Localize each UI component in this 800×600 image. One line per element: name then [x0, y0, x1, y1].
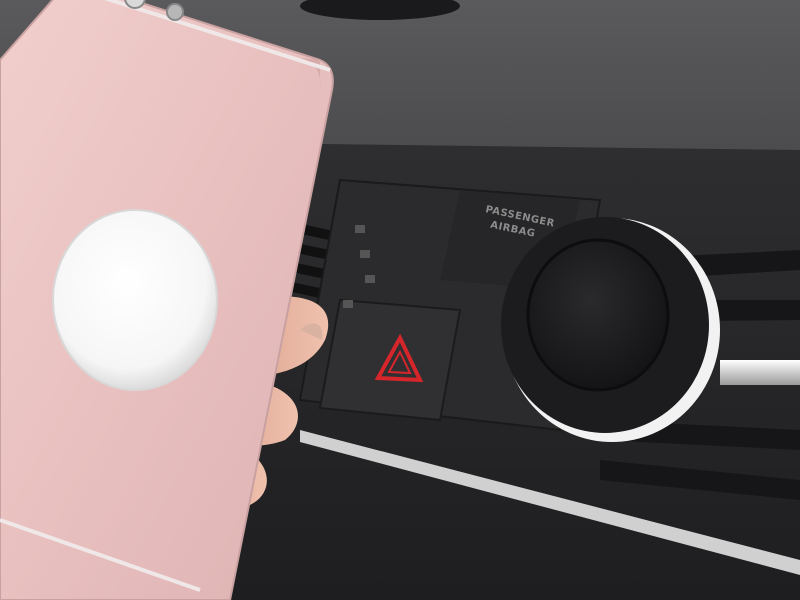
camera-lens: [166, 3, 184, 21]
photo-scene: PASSENGER AIRBAG: [0, 0, 800, 600]
metal-plate: [52, 209, 218, 391]
